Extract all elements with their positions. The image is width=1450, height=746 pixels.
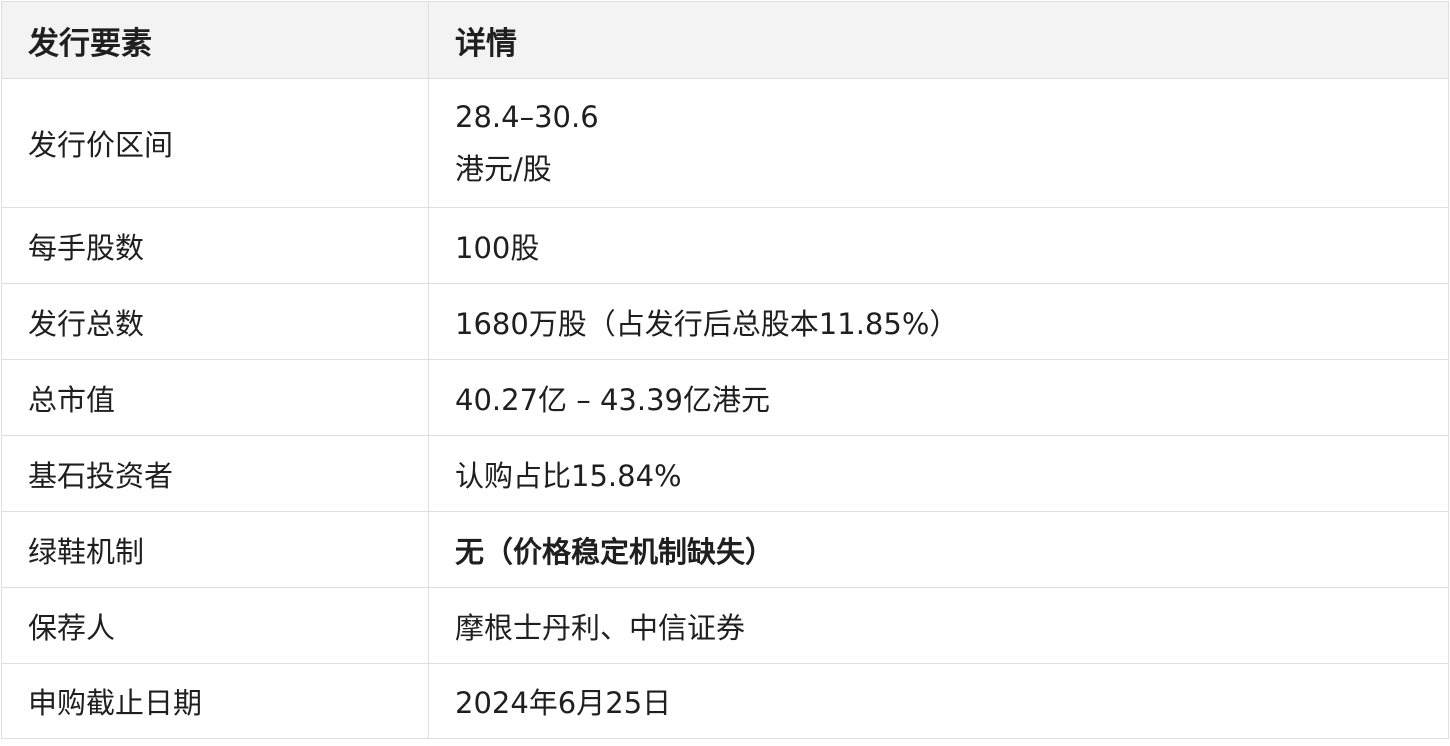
price-range-unit: 港元/股 xyxy=(455,152,552,186)
row-label-market-cap: 总市值 xyxy=(1,359,429,436)
row-label-greenshoe: 绿鞋机制 xyxy=(1,511,429,588)
row-value-cornerstone: 认购占比15.84% xyxy=(428,435,1449,512)
table-row: 发行价区间 28.4–30.6 港元/股 xyxy=(1,78,1449,208)
row-label-price-range: 发行价区间 xyxy=(1,78,429,208)
row-value-price-range: 28.4–30.6 港元/股 xyxy=(428,78,1449,208)
row-label-deadline: 申购截止日期 xyxy=(1,663,429,739)
table-header-row: 发行要素 详情 xyxy=(1,1,1449,79)
row-value-greenshoe: 无（价格稳定机制缺失） xyxy=(428,511,1449,588)
table-row: 基石投资者 认购占比15.84% xyxy=(1,435,1449,512)
row-value-lot-size: 100股 xyxy=(428,207,1449,284)
table-row: 每手股数 100股 xyxy=(1,207,1449,284)
table-row: 发行总数 1680万股（占发行后总股本11.85%） xyxy=(1,283,1449,360)
row-label-lot-size: 每手股数 xyxy=(1,207,429,284)
table-row: 申购截止日期 2024年6月25日 xyxy=(1,663,1449,739)
row-label-cornerstone: 基石投资者 xyxy=(1,435,429,512)
table-row: 保荐人 摩根士丹利、中信证券 xyxy=(1,587,1449,664)
header-details: 详情 xyxy=(428,1,1449,79)
header-issue-element: 发行要素 xyxy=(1,1,429,79)
row-label-total-offer: 发行总数 xyxy=(1,283,429,360)
row-value-deadline: 2024年6月25日 xyxy=(428,663,1449,739)
row-label-sponsor: 保荐人 xyxy=(1,587,429,664)
table-row: 绿鞋机制 无（价格稳定机制缺失） xyxy=(1,511,1449,588)
table-row: 总市值 40.27亿 – 43.39亿港元 xyxy=(1,359,1449,436)
row-value-total-offer: 1680万股（占发行后总股本11.85%） xyxy=(428,283,1449,360)
price-range-value: 28.4–30.6 xyxy=(455,100,599,134)
row-value-market-cap: 40.27亿 – 43.39亿港元 xyxy=(428,359,1449,436)
ipo-details-table: 发行要素 详情 发行价区间 28.4–30.6 港元/股 每手股数 100股 发… xyxy=(1,1,1449,739)
row-value-sponsor: 摩根士丹利、中信证券 xyxy=(428,587,1449,664)
